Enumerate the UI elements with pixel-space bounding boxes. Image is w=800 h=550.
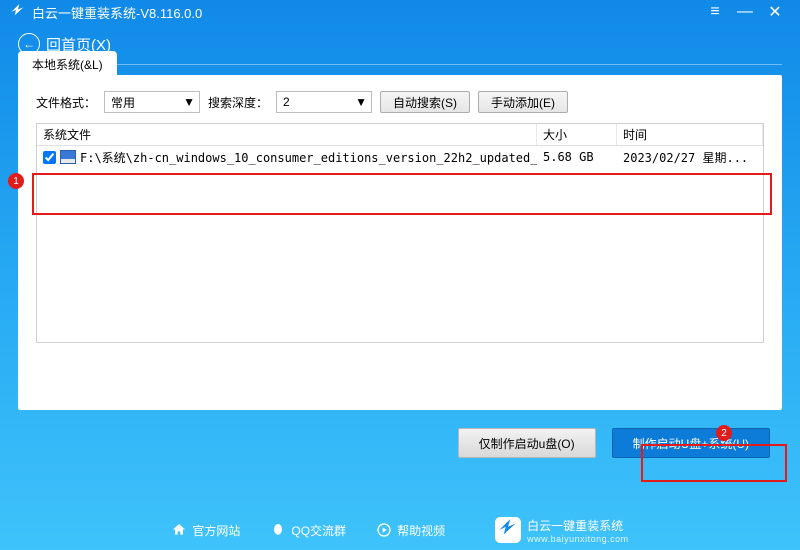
home-icon <box>171 522 187 538</box>
file-format-label: 文件格式： <box>36 94 96 111</box>
footer-qq-link[interactable]: QQ交流群 <box>270 522 346 539</box>
search-depth-select[interactable]: 2 ▼ <box>276 91 372 113</box>
annotation-marker-2: 2 <box>716 425 732 441</box>
chevron-down-icon: ▼ <box>355 95 367 109</box>
row-path: F:\系统\zh-cn_windows_10_consumer_editions… <box>80 149 537 166</box>
make-usb-system-button[interactable]: 制作启动U盘+系统(U) <box>612 428 770 458</box>
footer-site-link[interactable]: 官方网站 <box>171 522 240 539</box>
tab-local-system[interactable]: 本地系统(&L) <box>18 51 117 78</box>
table-row[interactable]: F:\系统\zh-cn_windows_10_consumer_editions… <box>37 146 763 168</box>
file-format-value: 常用 <box>111 94 193 111</box>
auto-search-button[interactable]: 自动搜索(S) <box>380 91 470 113</box>
row-time: 2023/02/27 星期... <box>623 149 748 166</box>
window-title: 白云一键重装系统-V8.116.0.0 <box>32 3 202 22</box>
footer-help-link[interactable]: 帮助视频 <box>376 522 445 539</box>
col-time[interactable]: 时间 <box>617 124 763 145</box>
row-size: 5.68 GB <box>543 150 594 164</box>
make-usb-only-button[interactable]: 仅制作启动u盘(O) <box>458 428 596 458</box>
qq-icon <box>270 522 286 538</box>
chevron-down-icon: ▼ <box>183 95 195 109</box>
main-panel: 本地系统(&L) 文件格式： 常用 ▼ 搜索深度： 2 ▼ 自动搜索(S) 手动… <box>18 75 782 410</box>
file-format-select[interactable]: 常用 ▼ <box>104 91 200 113</box>
footer: 官方网站 QQ交流群 帮助视频 白云一键重装系统 www.baiyunxiton… <box>0 510 800 550</box>
disk-icon <box>60 150 76 164</box>
close-button[interactable]: ✕ <box>760 2 790 22</box>
play-icon <box>376 522 392 538</box>
search-depth-label: 搜索深度： <box>208 94 268 111</box>
col-file[interactable]: 系统文件 <box>37 124 537 145</box>
footer-brand: 白云一键重装系统 www.baiyunxitong.com <box>495 517 629 544</box>
minimize-button[interactable]: — <box>730 3 760 21</box>
back-home-button[interactable]: ← 回首页(X) <box>0 24 800 64</box>
col-size[interactable]: 大小 <box>537 124 617 145</box>
annotation-marker-1: 1 <box>8 173 24 189</box>
brand-logo-icon <box>495 517 521 543</box>
system-file-table: 系统文件 大小 时间 F:\系统\zh-cn_windows_10_consum… <box>36 123 764 343</box>
divider <box>18 64 782 65</box>
app-logo-icon <box>10 4 26 20</box>
search-depth-value: 2 <box>283 95 365 109</box>
menu-button[interactable]: ≡ <box>700 3 730 21</box>
row-checkbox[interactable] <box>43 151 56 164</box>
manual-add-button[interactable]: 手动添加(E) <box>478 91 568 113</box>
